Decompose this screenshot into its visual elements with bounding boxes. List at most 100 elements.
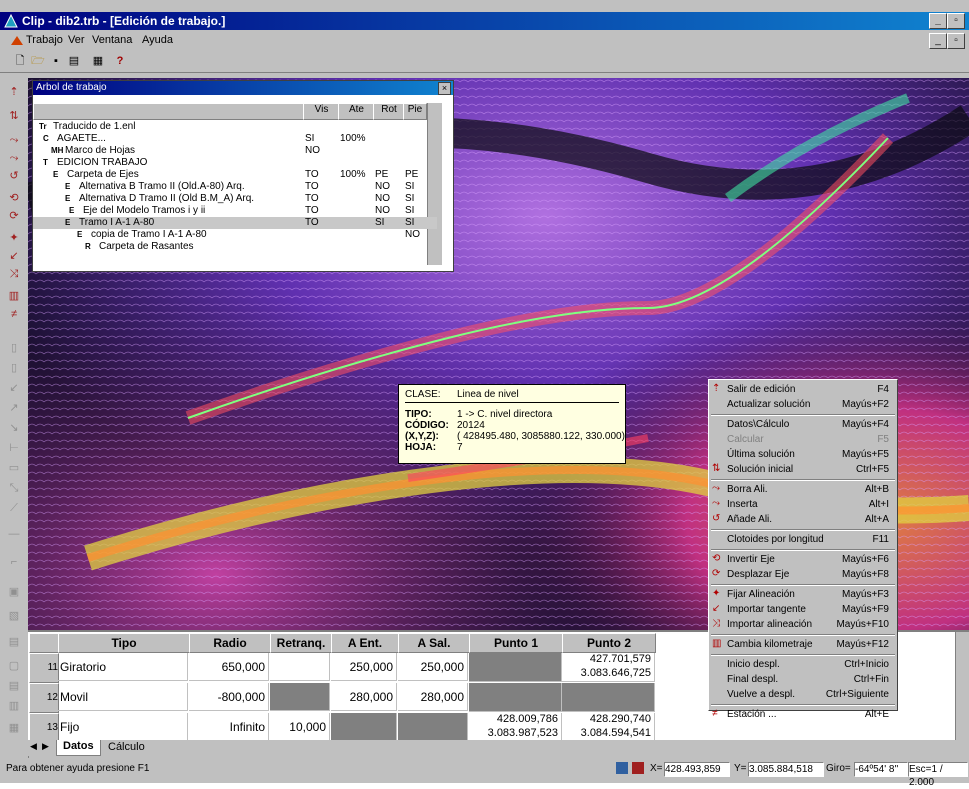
scale-icon[interactable]: [632, 762, 644, 774]
open-folder-icon[interactable]: 🗁: [30, 53, 46, 69]
solution-tool-icon[interactable]: ⇅: [6, 108, 22, 124]
column-header-retranq[interactable]: Retranq.: [270, 633, 332, 653]
context-menu-item[interactable]: ⤳ Inserta Alt+I: [709, 497, 897, 512]
table-cell-aent[interactable]: [331, 713, 397, 741]
menu-ayuda[interactable]: Ayuda: [142, 34, 173, 46]
tree-item[interactable]: E Tramo I A-1 A-80 TO SI SI: [33, 217, 437, 229]
tree-item[interactable]: T EDICION TRABAJO: [33, 157, 437, 169]
menu-ver[interactable]: Ver: [68, 34, 85, 46]
table-cell-retranq[interactable]: 10,000: [270, 713, 330, 741]
table-cell-radio[interactable]: 650,000: [189, 653, 269, 681]
context-menu-item[interactable]: ⟳ Desplazar Eje Mayús+F8: [709, 567, 897, 582]
context-menu-item[interactable]: Inicio despl. Ctrl+Inicio: [709, 657, 897, 672]
tree-header-pie[interactable]: Pie: [403, 103, 427, 120]
context-menu-item[interactable]: ⇡ Salir de edición F4: [709, 382, 897, 397]
tree-item[interactable]: MH Marco de Hojas NO: [33, 145, 437, 157]
context-menu-item[interactable]: ⇅ Solución inicial Ctrl+F5: [709, 462, 897, 477]
table-cell-tipo[interactable]: Movil: [58, 683, 188, 711]
print-icon[interactable]: ▤: [66, 53, 82, 69]
help-icon[interactable]: ?: [112, 53, 128, 69]
table-cell-punto-1[interactable]: [469, 683, 562, 712]
tree-item[interactable]: R Carpeta de Rasantes: [33, 241, 437, 253]
table-scrollbar[interactable]: [955, 632, 969, 742]
move-tool-icon[interactable]: ⟳: [6, 208, 22, 224]
child-restore-button[interactable]: ▫: [947, 33, 965, 49]
new-file-icon[interactable]: 🗋: [12, 53, 28, 69]
tab-prev-icon[interactable]: ◀: [30, 741, 37, 752]
column-header-tipo[interactable]: Tipo: [58, 633, 190, 653]
context-menu-item[interactable]: Final despl. Ctrl+Fin: [709, 672, 897, 687]
row-header[interactable]: 13: [29, 713, 59, 743]
tree-item[interactable]: C AGAETE... SI 100%: [33, 133, 437, 145]
column-header-a-ent[interactable]: A Ent.: [331, 633, 399, 653]
table-cell-punto-2[interactable]: [562, 683, 655, 712]
tree-header-rot[interactable]: Rot: [373, 103, 405, 120]
km-tool-icon[interactable]: ▥: [6, 288, 22, 304]
close-icon[interactable]: ×: [438, 82, 451, 95]
context-menu-item[interactable]: ⤨ Importar alineación Mayús+F10: [709, 617, 897, 632]
table-cell-asal[interactable]: 280,000: [398, 683, 468, 711]
row-header[interactable]: 12: [29, 683, 59, 713]
tree-item[interactable]: E Alternativa D Tramo II (Old B.M_A) Arq.…: [33, 193, 437, 205]
tree-header-vis[interactable]: Vis: [303, 103, 340, 120]
table-cell-aent[interactable]: 250,000: [331, 653, 397, 681]
import-tool-icon[interactable]: ⤨: [6, 266, 22, 282]
context-menu-item[interactable]: ⤳ Borra Ali. Alt+B: [709, 482, 897, 497]
table-cell-radio[interactable]: Infinito: [189, 713, 269, 741]
tree-item[interactable]: Ecopia de Tramo I A-1 A-80 NO: [33, 229, 437, 241]
table-cell-asal[interactable]: 250,000: [398, 653, 468, 681]
save-icon[interactable]: ▪: [48, 53, 64, 69]
station-tool-icon[interactable]: ≠: [6, 306, 22, 322]
tree-item[interactable]: E Eje del Modelo Tramos i y ii TO NO SI: [33, 205, 437, 217]
tab-next-icon[interactable]: ▶: [42, 741, 49, 752]
context-menu-item[interactable]: Vuelve a despl. Ctrl+Siguiente: [709, 687, 897, 702]
table-cell-radio[interactable]: -800,000: [189, 683, 269, 711]
context-menu-item[interactable]: Datos\Cálculo Mayús+F4: [709, 417, 897, 432]
tree-header-ate[interactable]: Ate: [338, 103, 375, 120]
child-minimize-button[interactable]: _: [929, 33, 947, 49]
table-cell-tipo[interactable]: Giratorio: [58, 653, 188, 681]
grid-view-icon[interactable]: ▦: [90, 53, 106, 69]
menu-ventana[interactable]: Ventana: [92, 34, 132, 46]
insert-tool-icon[interactable]: ⤳: [6, 150, 22, 166]
context-menu-item[interactable]: Actualizar solución Mayús+F2: [709, 397, 897, 412]
column-header-a-sal[interactable]: A Sal.: [398, 633, 470, 653]
table-cell-retranq[interactable]: [270, 683, 330, 711]
table-cell-retranq[interactable]: [270, 653, 330, 681]
minimize-button[interactable]: _: [929, 13, 947, 29]
row-header[interactable]: 11: [29, 653, 59, 683]
column-header-radio[interactable]: Radio: [189, 633, 271, 653]
context-menu-item[interactable]: ↙ Importar tangente Mayús+F9: [709, 602, 897, 617]
table-cell-punto-1[interactable]: 428.009,786 3.083.987,523: [469, 713, 562, 742]
context-menu-label: Salir de edición: [727, 384, 796, 395]
tree-item[interactable]: Tr Traducido de 1.enl: [33, 121, 437, 133]
add-tool-icon[interactable]: ↺: [6, 168, 22, 184]
context-menu-item[interactable]: ✦ Fijar Alineación Mayús+F3: [709, 587, 897, 602]
tab-datos[interactable]: Datos: [56, 740, 101, 756]
table-cell-tipo[interactable]: Fijo: [58, 713, 188, 741]
tangent-tool-icon[interactable]: ↙: [6, 248, 22, 264]
table-cell-aent[interactable]: 280,000: [331, 683, 397, 711]
tree-item[interactable]: E Carpeta de Ejes TO 100% PE PE: [33, 169, 437, 181]
context-menu-item[interactable]: Clotoides por longitud F11: [709, 532, 897, 547]
table-cell-asal[interactable]: [398, 713, 468, 741]
table-cell-punto-2[interactable]: 427.701,579 3.083.646,725: [562, 653, 655, 682]
context-menu-item[interactable]: ≠ Estación ... Alt+E: [709, 707, 897, 722]
column-header-punto-2[interactable]: Punto 2: [562, 633, 656, 653]
exit-edit-tool-icon[interactable]: ⇡: [6, 84, 22, 100]
invert-tool-icon[interactable]: ⟲: [6, 190, 22, 206]
coords-icon[interactable]: [616, 762, 628, 774]
tree-item[interactable]: E Alternativa B Tramo II (Old.A-80) Arq. T…: [33, 181, 437, 193]
context-menu-item[interactable]: ⟲ Invertir Eje Mayús+F6: [709, 552, 897, 567]
column-header-punto-1[interactable]: Punto 1: [469, 633, 563, 653]
fix-tool-icon[interactable]: ✦: [6, 230, 22, 246]
context-menu-item[interactable]: Última solución Mayús+F5: [709, 447, 897, 462]
menu-trabajo[interactable]: Trabajo: [26, 34, 63, 46]
context-menu-item[interactable]: ↺ Añade Ali. Alt+A: [709, 512, 897, 527]
maximize-button[interactable]: ▫: [947, 13, 965, 29]
context-menu-item[interactable]: ▥ Cambia kilometraje Mayús+F12: [709, 637, 897, 652]
delete-tool-icon[interactable]: ⤳: [6, 132, 22, 148]
table-cell-punto-2[interactable]: 428.290,740 3.084.594,541: [562, 713, 655, 742]
tab-calculo[interactable]: Cálculo: [108, 741, 145, 753]
table-cell-punto-1[interactable]: [469, 653, 562, 682]
